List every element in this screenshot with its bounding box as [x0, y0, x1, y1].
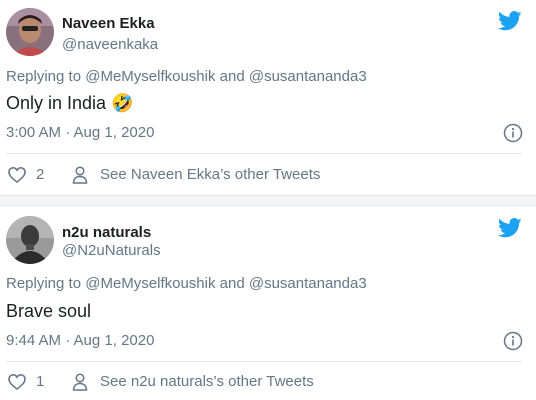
- other-tweets-link[interactable]: See Naveen Ekka’s other Tweets: [100, 166, 320, 183]
- replying-to: Replying to @MeMyselfkoushik and @susant…: [6, 275, 367, 292]
- author-name[interactable]: Naveen Ekka: [62, 15, 155, 32]
- other-tweets-link[interactable]: See n2u naturals’s other Tweets: [100, 373, 314, 390]
- tweet-text-content: Only in India: [6, 93, 107, 113]
- mention-link[interactable]: @susantananda3: [249, 275, 367, 292]
- tweet-separator: [0, 196, 536, 206]
- info-icon[interactable]: [503, 331, 523, 351]
- heart-icon[interactable]: [8, 373, 26, 391]
- heart-icon[interactable]: [8, 166, 26, 184]
- tweet-card: n2u naturals @N2uNaturals Replying to @M…: [0, 206, 536, 400]
- replying-to: Replying to @MeMyselfkoushik and @susant…: [6, 68, 367, 85]
- twitter-bird-icon[interactable]: [497, 11, 522, 31]
- timestamp[interactable]: 9:44 AM · Aug 1, 2020: [6, 332, 154, 349]
- divider: [6, 361, 522, 362]
- avatar[interactable]: [6, 8, 54, 56]
- person-icon: [72, 166, 88, 184]
- and-word: and: [219, 68, 245, 85]
- like-count: 2: [36, 166, 45, 183]
- tweet-text: Only in India 🤣: [6, 93, 134, 114]
- tweet-card: Naveen Ekka @naveenkaka Replying to @MeM…: [0, 0, 536, 196]
- person-icon: [72, 373, 88, 391]
- rofl-emoji: 🤣: [111, 93, 134, 113]
- replying-prefix: Replying to: [6, 275, 82, 292]
- mention-link[interactable]: @MeMyselfkoushik: [85, 275, 215, 292]
- and-word: and: [219, 275, 245, 292]
- like-count: 1: [36, 373, 45, 390]
- author-handle[interactable]: @naveenkaka: [62, 36, 158, 53]
- tweet-text-content: Brave soul: [6, 301, 92, 321]
- author-handle[interactable]: @N2uNaturals: [62, 242, 161, 259]
- twitter-bird-icon[interactable]: [497, 218, 522, 238]
- avatar[interactable]: [6, 216, 54, 264]
- mention-link[interactable]: @MeMyselfkoushik: [85, 68, 215, 85]
- mention-link[interactable]: @susantananda3: [249, 68, 367, 85]
- info-icon[interactable]: [503, 123, 523, 143]
- author-name[interactable]: n2u naturals: [62, 224, 151, 241]
- tweet-text: Brave soul: [6, 301, 91, 322]
- replying-prefix: Replying to: [6, 68, 82, 85]
- timestamp[interactable]: 3:00 AM · Aug 1, 2020: [6, 124, 154, 141]
- divider: [6, 153, 522, 154]
